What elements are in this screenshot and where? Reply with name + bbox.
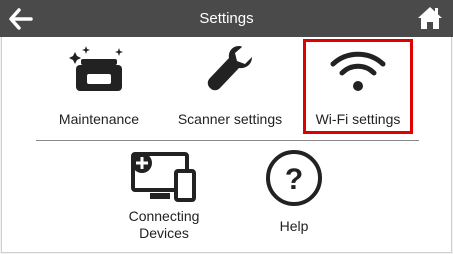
page-title: Settings bbox=[199, 10, 254, 27]
menu-item-help[interactable]: ? Help bbox=[244, 145, 344, 245]
menu-item-scanner-settings[interactable]: Scanner settings bbox=[174, 37, 286, 135]
menu-item-label: Maintenance bbox=[58, 111, 140, 127]
menu-item-label: Connecting Devices bbox=[128, 208, 200, 241]
svg-text:?: ? bbox=[285, 163, 303, 196]
menu-item-maintenance[interactable]: Maintenance bbox=[44, 37, 154, 135]
menu-item-wifi-settings[interactable]: Wi-Fi settings bbox=[303, 39, 413, 134]
help-circle-icon: ? bbox=[266, 150, 322, 206]
devices-add-icon bbox=[131, 152, 196, 202]
menu-item-label: Scanner settings bbox=[177, 111, 283, 127]
settings-panel: Maintenance Scanner settings Wi-Fi setti… bbox=[1, 37, 452, 253]
menu-item-label: Wi-Fi settings bbox=[315, 111, 401, 127]
scanner-sparkle-icon bbox=[69, 46, 123, 91]
header-bar: Settings bbox=[0, 0, 453, 37]
home-button[interactable] bbox=[417, 5, 443, 31]
divider bbox=[36, 140, 419, 141]
menu-item-label: Help bbox=[279, 218, 309, 234]
wrench-icon bbox=[207, 46, 252, 91]
wifi-icon bbox=[330, 51, 386, 91]
home-icon bbox=[418, 7, 442, 29]
menu-item-connecting-devices[interactable]: Connecting Devices bbox=[114, 145, 214, 245]
